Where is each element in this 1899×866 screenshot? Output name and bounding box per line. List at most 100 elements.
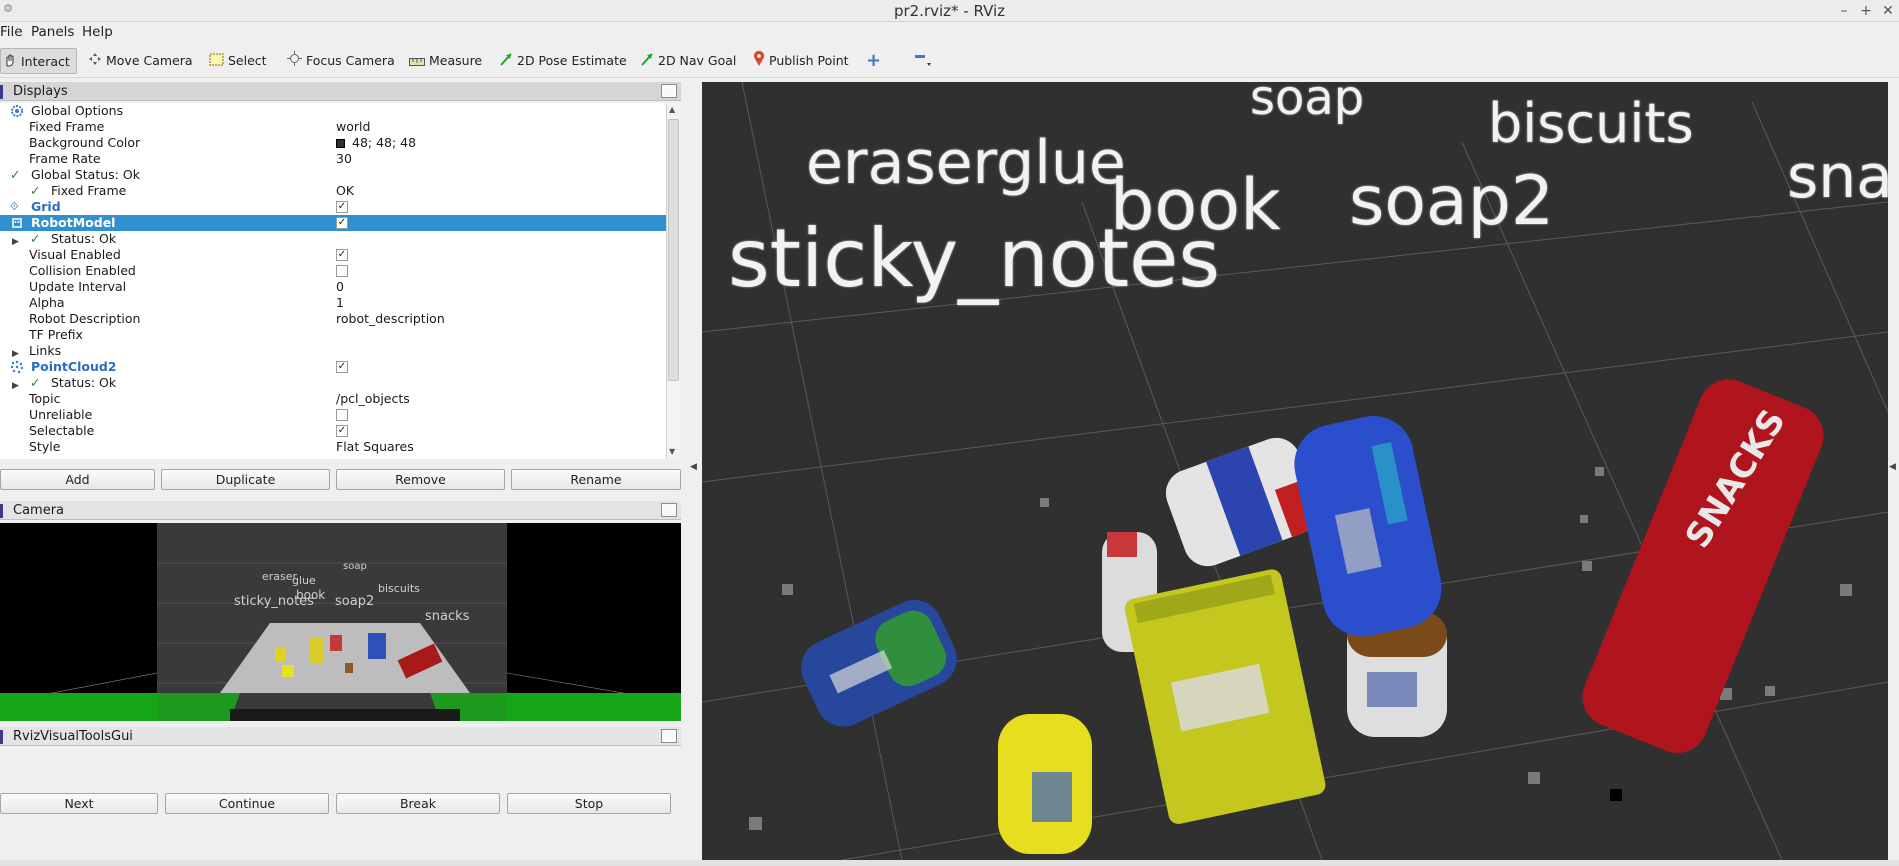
close-icon[interactable]: ✕ bbox=[1880, 2, 1896, 20]
tree-row[interactable]: Fixed Frame world bbox=[0, 119, 666, 135]
robotmodel-enabled-checkbox[interactable]: ✓ bbox=[336, 217, 348, 229]
focus-camera-tool[interactable]: Focus Camera bbox=[287, 48, 395, 74]
tree-row[interactable]: TF Prefix bbox=[0, 327, 666, 343]
tree-row[interactable]: ⟐ Grid ✓ bbox=[0, 199, 666, 215]
scroll-down-icon[interactable]: ▼ bbox=[669, 447, 675, 456]
menu-file[interactable]: File bbox=[0, 24, 23, 41]
panel-grip-icon[interactable] bbox=[0, 730, 3, 744]
pose-estimate-label: 2D Pose Estimate bbox=[517, 53, 627, 68]
tree-row[interactable]: ✓ Global Status: Ok bbox=[0, 167, 666, 183]
displays-panel-float-button[interactable] bbox=[661, 84, 677, 98]
tree-row[interactable]: ✓ Fixed Frame OK bbox=[0, 183, 666, 199]
unreliable-checkbox[interactable] bbox=[336, 409, 348, 421]
tree-row[interactable]: Collision Enabled bbox=[0, 263, 666, 279]
pointcloud-enabled-checkbox[interactable]: ✓ bbox=[336, 361, 348, 373]
tree-row-label: Visual Enabled bbox=[29, 247, 121, 262]
nav-goal-tool[interactable]: 2D Nav Goal bbox=[640, 48, 736, 74]
tree-row-label: Unreliable bbox=[29, 407, 93, 422]
tree-row[interactable]: Background Color 48; 48; 48 bbox=[0, 135, 666, 151]
tree-row-value[interactable]: 0 bbox=[336, 279, 344, 295]
tree-row-label: PointCloud2 bbox=[31, 359, 117, 374]
tree-row-label: Frame Rate bbox=[29, 151, 101, 166]
grid-enabled-checkbox[interactable]: ✓ bbox=[336, 201, 348, 213]
break-button[interactable]: Break bbox=[336, 793, 500, 814]
tree-row[interactable]: Frame Rate 30 bbox=[0, 151, 666, 167]
tree-row[interactable]: ▶ ✓ Status: Ok bbox=[0, 375, 666, 391]
hand-pointer-icon bbox=[3, 50, 17, 76]
camera-panel-title: Camera bbox=[13, 503, 65, 518]
tree-row[interactable]: Robot Description robot_description bbox=[0, 311, 666, 327]
camera-panel-float-button[interactable] bbox=[661, 503, 677, 517]
measure-tool[interactable]: Measure bbox=[409, 48, 482, 74]
scene-label: biscuits bbox=[1488, 92, 1694, 155]
tree-row[interactable]: Unreliable bbox=[0, 407, 666, 423]
move-camera-label: Move Camera bbox=[106, 53, 193, 68]
menu-help[interactable]: Help bbox=[82, 24, 113, 41]
visual-enabled-checkbox[interactable]: ✓ bbox=[336, 249, 348, 261]
collapse-left-icon[interactable]: ◀ bbox=[690, 462, 697, 472]
tree-row[interactable]: Alpha 1 bbox=[0, 295, 666, 311]
tree-row[interactable]: Style Flat Squares bbox=[0, 439, 666, 455]
tree-row[interactable]: Visual Enabled ✓ bbox=[0, 247, 666, 263]
selectable-checkbox[interactable]: ✓ bbox=[336, 425, 348, 437]
collision-enabled-checkbox[interactable] bbox=[336, 265, 348, 277]
camera-label: glue bbox=[292, 574, 316, 587]
publish-point-tool[interactable]: Publish Point bbox=[753, 48, 849, 74]
scroll-up-icon[interactable]: ▲ bbox=[669, 105, 675, 114]
tree-row-value[interactable]: /pcl_objects bbox=[336, 391, 410, 407]
tree-row-value[interactable]: 1 bbox=[336, 295, 344, 311]
pose-estimate-tool[interactable]: 2D Pose Estimate bbox=[499, 48, 627, 74]
tree-row[interactable]: Update Interval 0 bbox=[0, 279, 666, 295]
tree-row-label: Style bbox=[29, 439, 61, 454]
tree-row-label: Robot Description bbox=[29, 311, 141, 326]
displays-tree[interactable]: Global Options Fixed Frame world Backgro… bbox=[0, 103, 666, 459]
camera-label: soap bbox=[343, 561, 367, 572]
tree-row[interactable]: ▶ ✓ Status: Ok bbox=[0, 231, 666, 247]
tree-row[interactable]: Global Options bbox=[0, 103, 666, 119]
scene-label: soap bbox=[1250, 82, 1365, 126]
panel-grip-icon[interactable] bbox=[0, 504, 3, 518]
select-tool[interactable]: Select bbox=[209, 48, 267, 74]
tree-row-value[interactable]: 48; 48; 48 bbox=[352, 135, 416, 151]
tree-row-value[interactable]: world bbox=[336, 119, 370, 135]
tree-row-value[interactable]: robot_description bbox=[336, 311, 445, 327]
tree-row-label: Status: Ok bbox=[51, 375, 117, 390]
rename-display-button[interactable]: Rename bbox=[511, 469, 681, 490]
continue-button[interactable]: Continue bbox=[165, 793, 329, 814]
remove-display-button[interactable]: Remove bbox=[336, 469, 505, 490]
tree-row-label: Background Color bbox=[29, 135, 141, 150]
tree-row[interactable]: Topic /pcl_objects bbox=[0, 391, 666, 407]
panel-grip-icon[interactable] bbox=[0, 85, 3, 99]
camera-label: biscuits bbox=[378, 582, 420, 595]
tree-row-label: Selectable bbox=[29, 423, 95, 438]
interact-tool[interactable]: Interact bbox=[0, 48, 77, 74]
collapse-right-icon[interactable]: ◀ bbox=[1889, 462, 1896, 472]
add-display-button[interactable]: Add bbox=[0, 469, 155, 490]
select-icon bbox=[209, 49, 224, 75]
tree-scrollbar[interactable]: ▲ ▼ bbox=[666, 103, 680, 459]
stop-button[interactable]: Stop bbox=[507, 793, 671, 814]
right-dock-splitter[interactable]: ◀ bbox=[1888, 82, 1899, 860]
menu-panels[interactable]: Panels bbox=[31, 24, 74, 41]
tree-row[interactable]: ▶ Links bbox=[0, 343, 666, 359]
panel-splitter[interactable]: ◀ bbox=[681, 82, 702, 860]
minimize-icon[interactable]: – bbox=[1836, 2, 1852, 20]
render-viewport[interactable]: SNACKS soap biscuits eraserglue book soa… bbox=[702, 82, 1888, 860]
tree-row[interactable]: PointCloud2 ✓ bbox=[0, 359, 666, 375]
color-swatch[interactable] bbox=[336, 139, 345, 148]
tree-row-value[interactable]: 30 bbox=[336, 151, 352, 167]
scrollbar-thumb[interactable] bbox=[668, 119, 679, 381]
duplicate-display-button[interactable]: Duplicate bbox=[161, 469, 330, 490]
maximize-icon[interactable]: + bbox=[1858, 2, 1874, 20]
measure-label: Measure bbox=[429, 53, 483, 68]
next-button[interactable]: Next bbox=[0, 793, 158, 814]
scene-label: eraserglue bbox=[806, 128, 1126, 198]
move-camera-tool[interactable]: Move Camera bbox=[88, 48, 193, 74]
tree-row[interactable]: Selectable ✓ bbox=[0, 423, 666, 439]
add-tool-icon[interactable]: + bbox=[866, 48, 881, 74]
tools-gui-panel-float-button[interactable] bbox=[661, 729, 677, 743]
window-menu-icon[interactable]: ⚙ bbox=[0, 0, 16, 18]
tree-row-value[interactable]: Flat Squares bbox=[336, 439, 414, 455]
remove-tool-icon[interactable] bbox=[912, 48, 934, 74]
tree-row-selected[interactable]: RobotModel ✓ bbox=[0, 215, 666, 231]
